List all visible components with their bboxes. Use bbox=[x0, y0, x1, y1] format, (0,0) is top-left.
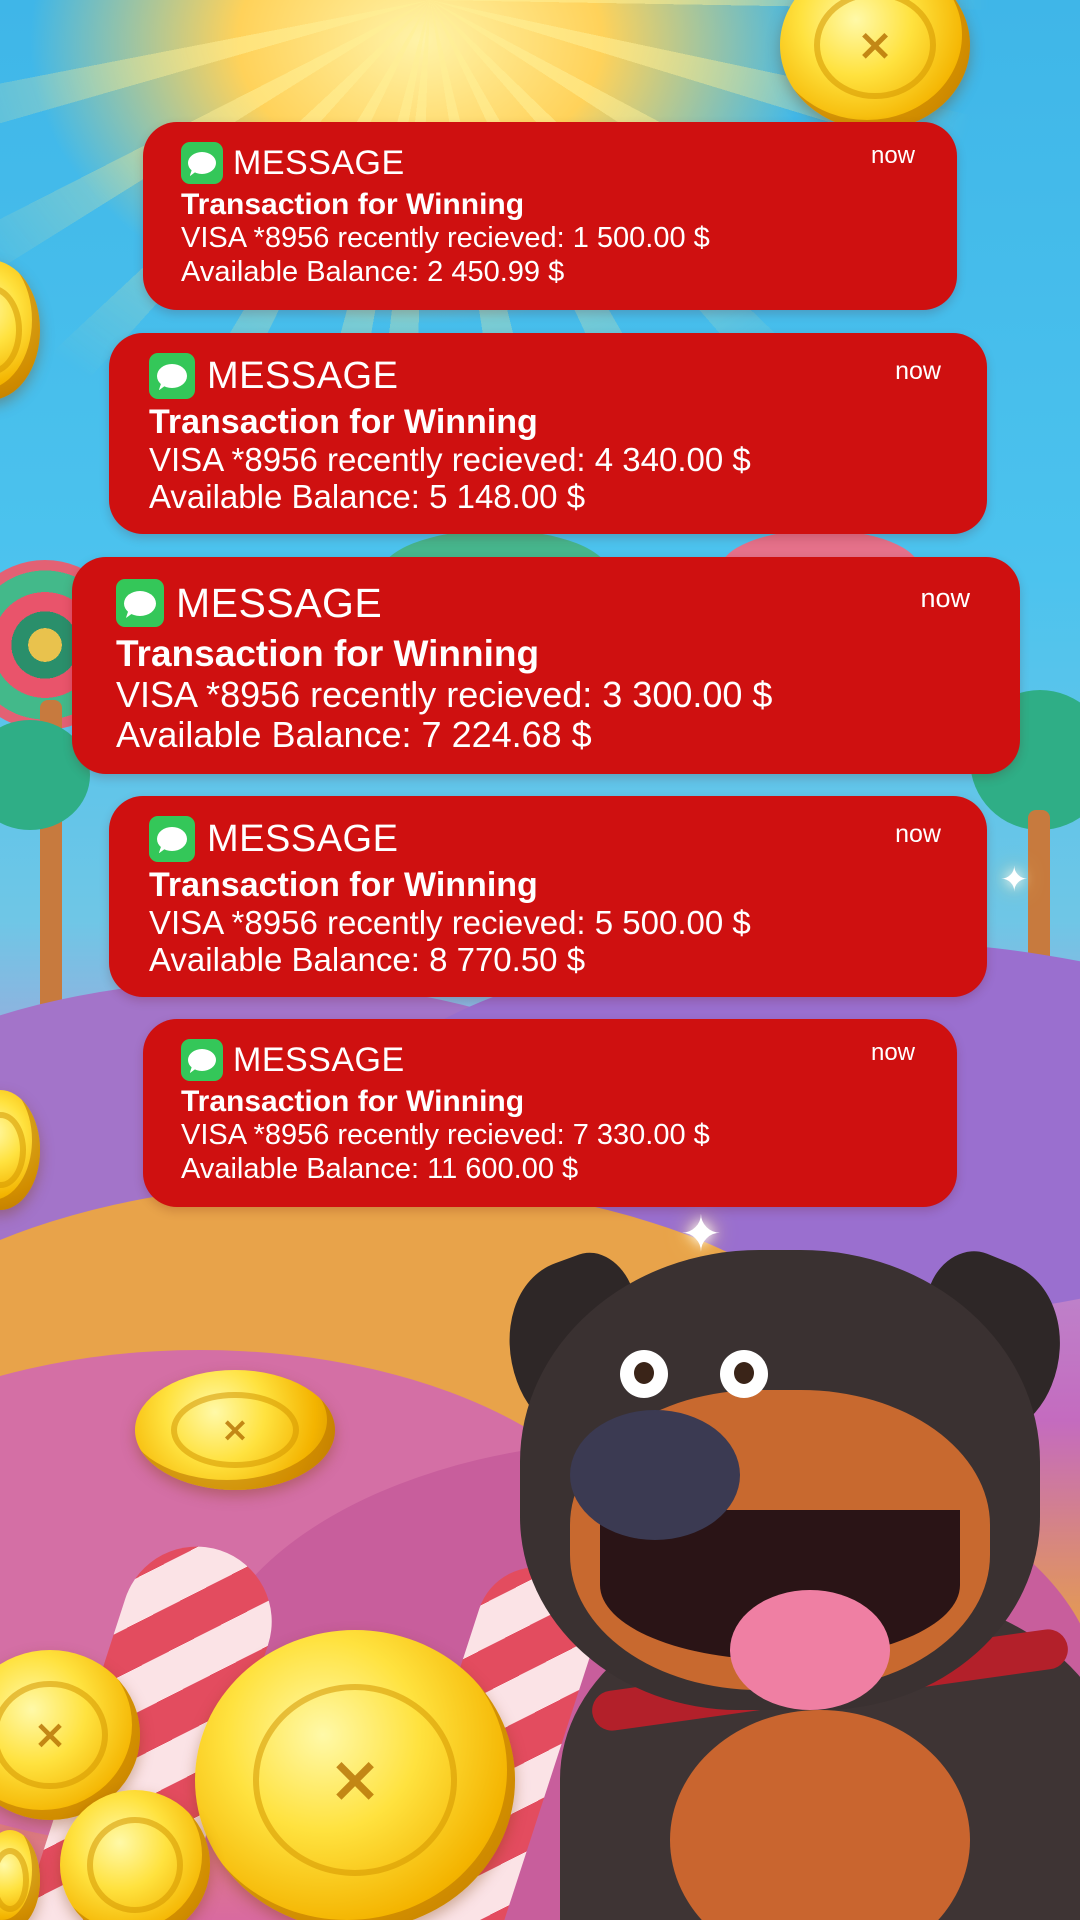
notification-title: Transaction for Winning bbox=[181, 1085, 525, 1118]
notification-card[interactable]: MESSAGE now Transaction for Winning VISA… bbox=[109, 796, 987, 997]
notification-balance-line: Available Balance: 5 148.00 $ bbox=[149, 478, 586, 515]
dog-mascot bbox=[483, 1230, 1080, 1920]
notification-time: now bbox=[920, 583, 970, 613]
notification-time: now bbox=[870, 1039, 915, 1066]
notification-balance-line: Available Balance: 2 450.99 $ bbox=[181, 256, 565, 288]
app-name: MESSAGE bbox=[233, 1040, 405, 1079]
sparkle-icon: ✦ bbox=[1000, 860, 1029, 900]
notification-title: Transaction for Winning bbox=[149, 403, 538, 441]
notification-received-line: VISA *8956 recently recieved: 5 500.00 $ bbox=[149, 904, 751, 941]
notification-time: now bbox=[895, 357, 941, 385]
notification-card[interactable]: MESSAGE now Transaction for Winning VISA… bbox=[72, 557, 1020, 774]
messages-bubble-icon bbox=[181, 142, 223, 184]
dog-tongue bbox=[730, 1590, 890, 1710]
dog-eye bbox=[620, 1350, 668, 1398]
notification-card[interactable]: MESSAGE now Transaction for Winning VISA… bbox=[143, 122, 957, 310]
dog-eye bbox=[720, 1350, 768, 1398]
messages-bubble-icon bbox=[116, 579, 164, 627]
notification-card[interactable]: MESSAGE now Transaction for Winning VISA… bbox=[109, 333, 987, 534]
notification-time: now bbox=[895, 820, 941, 848]
notification-balance-line: Available Balance: 11 600.00 $ bbox=[181, 1153, 579, 1185]
notification-received-line: VISA *8956 recently recieved: 1 500.00 $ bbox=[181, 222, 710, 254]
notification-balance-line: Available Balance: 8 770.50 $ bbox=[149, 941, 586, 978]
messages-bubble-icon bbox=[181, 1039, 223, 1081]
notification-title: Transaction for Winning bbox=[181, 188, 525, 221]
app-name: MESSAGE bbox=[176, 579, 383, 626]
notification-time: now bbox=[870, 142, 915, 169]
dog-nose bbox=[570, 1410, 740, 1540]
coin-icon: × bbox=[135, 1370, 335, 1490]
notification-card[interactable]: MESSAGE now Transaction for Winning VISA… bbox=[143, 1019, 957, 1207]
notification-header: MESSAGE bbox=[149, 816, 398, 862]
notification-title: Transaction for Winning bbox=[116, 633, 540, 674]
notification-balance-line: Available Balance: 7 224.68 $ bbox=[116, 714, 592, 755]
app-name: MESSAGE bbox=[207, 354, 399, 397]
messages-bubble-icon bbox=[149, 816, 195, 862]
notification-received-line: VISA *8956 recently recieved: 7 330.00 $ bbox=[181, 1119, 710, 1151]
notification-header: MESSAGE bbox=[181, 1039, 405, 1081]
notification-header: MESSAGE bbox=[181, 142, 405, 184]
notification-header: MESSAGE bbox=[116, 579, 382, 627]
app-name: MESSAGE bbox=[207, 817, 399, 860]
messages-bubble-icon bbox=[149, 353, 195, 399]
notification-header: MESSAGE bbox=[149, 353, 398, 399]
app-name: MESSAGE bbox=[233, 143, 405, 182]
coin-icon: × bbox=[195, 1630, 515, 1920]
notification-title: Transaction for Winning bbox=[149, 866, 538, 904]
coin-icon bbox=[0, 1830, 40, 1920]
notification-received-line: VISA *8956 recently recieved: 4 340.00 $ bbox=[149, 441, 751, 478]
notification-received-line: VISA *8956 recently recieved: 3 300.00 $ bbox=[116, 674, 773, 715]
